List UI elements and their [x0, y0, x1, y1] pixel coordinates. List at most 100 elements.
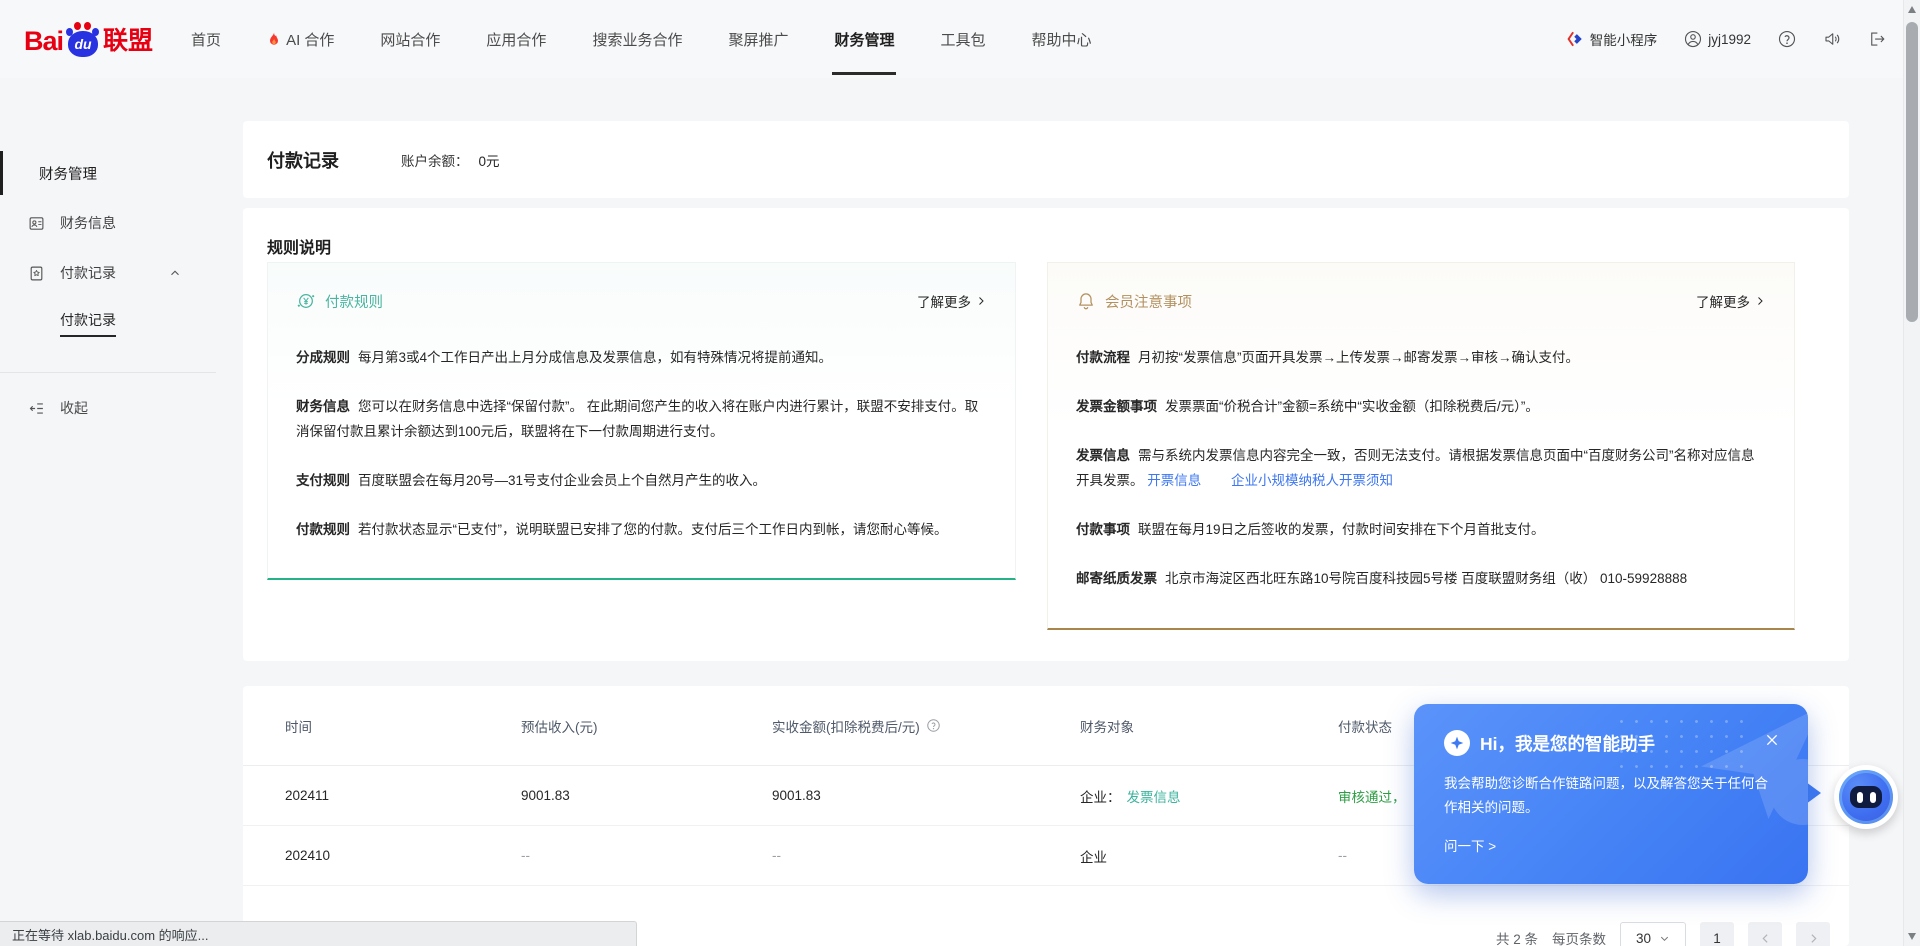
next-page-button[interactable] [1796, 922, 1830, 946]
per-page-label: 每页条数 [1552, 928, 1606, 946]
invoice-info-link[interactable]: 开票信息 [1147, 473, 1201, 488]
top-right-actions: 智能小程序 jyj1992 [1566, 29, 1886, 49]
caret-down-icon [1659, 933, 1670, 944]
page-title: 付款记录 [267, 147, 339, 173]
user-icon [1684, 30, 1702, 48]
cell-finance-target: 企业：发票信息 [1080, 786, 1338, 806]
assistant-robot-button[interactable] [1834, 765, 1898, 829]
main-menu: 首页 AI 合作 网站合作 应用合作 搜索业务合作 聚屏推广 财务管理 工具包 … [191, 0, 1137, 78]
smart-mini-program-link[interactable]: 智能小程序 [1566, 29, 1658, 49]
scrollbar-thumb[interactable] [1906, 22, 1918, 322]
total-count-label: 共 2 条 [1496, 928, 1538, 946]
logo-text-union: 联盟 [103, 21, 153, 57]
cell-actual: 9001.83 [772, 788, 1080, 803]
rule-item: 支付规则百度联盟会在每月20号—31号支付企业会员上个自然月产生的收入。 [296, 468, 987, 493]
member-notes-card-title: 会员注意事项 [1105, 291, 1192, 312]
nav-item-website-cooperation[interactable]: 网站合作 [380, 0, 440, 78]
nav-item-search-business[interactable]: 搜索业务合作 [592, 0, 682, 78]
logo-text-bai: Bai [24, 26, 63, 57]
user-account[interactable]: jyj1992 [1684, 30, 1751, 48]
cell-finance-target: 企业 [1080, 846, 1338, 866]
rule-item: 分成规则每月第3或4个工作日产出上月分成信息及发票信息，如有特殊情况将提前通知。 [296, 345, 987, 370]
ask-now-link[interactable]: 问一下 > [1444, 835, 1496, 855]
question-circle-icon[interactable] [926, 718, 941, 733]
baidu-paw-icon: du [65, 21, 101, 57]
nav-item-finance-management[interactable]: 财务管理 [834, 0, 894, 78]
assistant-message: 我会帮助您诊断合作链路问题，以及解答您关于任何合作相关的问题。 [1444, 772, 1780, 820]
nav-item-app-cooperation[interactable]: 应用合作 [486, 0, 546, 78]
cell-estimated: 9001.83 [521, 788, 772, 803]
nav-item-help-center[interactable]: 帮助中心 [1032, 0, 1092, 78]
help-icon[interactable] [1778, 30, 1796, 48]
invoice-info-cell-link[interactable]: 发票信息 [1127, 790, 1181, 805]
close-icon[interactable] [1764, 732, 1782, 750]
cell-estimated: -- [521, 848, 772, 863]
pagination: 共 2 条 每页条数 30 1 [1496, 922, 1830, 946]
bell-icon [1076, 291, 1096, 311]
sidebar-subitem-payment-records[interactable]: 付款记录 [60, 301, 116, 345]
cell-time: 202410 [285, 848, 521, 863]
rule-item: 付款规则若付款状态显示“已支付”，说明联盟已安排了您的付款。支付后三个工作日内到… [296, 517, 987, 542]
rule-item: 财务信息您可以在财务信息中选择“保留付款”。 在此期间您产生的收入将在账户内进行… [296, 394, 987, 444]
baidu-union-logo[interactable]: Bai du 联盟 [24, 21, 153, 57]
account-balance-label: 账户余额： [401, 150, 469, 170]
cell-actual: -- [772, 848, 1080, 863]
rules-section-title: 规则说明 [267, 234, 331, 258]
per-page-select[interactable]: 30 [1620, 922, 1686, 946]
collapse-left-icon [28, 400, 45, 417]
col-finance-target: 财务对象 [1080, 716, 1338, 736]
rule-item: 发票金额事项发票票面“价税合计”金额=系统中“实收金额（扣除税费后/元）”。 [1076, 394, 1766, 419]
nav-item-screen-promotion[interactable]: 聚屏推广 [728, 0, 788, 78]
rule-item: 付款流程月初按“发票信息”页面开具发票→上传发票→邮寄发票→审核→确认支付。 [1076, 345, 1766, 370]
sidebar-section-finance-management[interactable]: 财务管理 [0, 151, 240, 195]
status-text: 正在等待 xlab.baidu.com 的响应... [12, 925, 209, 944]
cell-time: 202411 [285, 788, 521, 803]
id-card-icon [28, 215, 45, 232]
rules-panel: 规则说明 付款规则 了解更多 分成规则每月第3或4个工作日产出上月分成信息及发票… [243, 208, 1849, 661]
col-time: 时间 [285, 716, 521, 736]
payment-rules-card-title: 付款规则 [325, 291, 383, 312]
account-balance-value: 0元 [479, 150, 500, 170]
scrollbar-down-arrow[interactable] [1908, 933, 1916, 940]
robot-face-icon [1839, 770, 1893, 824]
sidebar-collapse-button[interactable]: 收起 [0, 386, 240, 430]
sidebar: 财务管理 财务信息 付款记录 付款记录 收起 [0, 78, 240, 946]
logo-text-du: du [68, 31, 98, 57]
assistant-title: Hi，我是您的智能助手 [1480, 731, 1655, 756]
member-notes-card: 会员注意事项 了解更多 付款流程月初按“发票信息”页面开具发票→上传发票→邮寄发… [1047, 262, 1795, 630]
browser-status-bar: 正在等待 xlab.baidu.com 的响应... [0, 921, 637, 946]
rule-item: 邮寄纸质发票北京市海淀区西北旺东路10号院百度科技园5号楼 百度联盟财务组（收）… [1076, 566, 1766, 591]
nav-item-ai-cooperation[interactable]: AI 合作 [267, 0, 334, 78]
rule-item: 付款事项联盟在每月19日之后签收的发票，付款时间安排在下个月首批支付。 [1076, 517, 1766, 542]
current-page-button[interactable]: 1 [1700, 922, 1734, 946]
flame-icon [267, 31, 281, 47]
browser-scrollbar[interactable] [1903, 0, 1920, 946]
chevron-up-icon [168, 266, 182, 280]
small-taxpayer-notice-link[interactable]: 企业小规模纳税人开票须知 [1231, 473, 1393, 488]
mini-program-icon [1566, 30, 1584, 48]
col-estimated-income: 预估收入(元) [521, 716, 772, 736]
smart-assistant-popup: Hi，我是您的智能助手 我会帮助您诊断合作链路问题，以及解答您关于任何合作相关的… [1414, 704, 1808, 884]
payment-rules-learn-more-link[interactable]: 了解更多 [917, 291, 987, 311]
logout-icon[interactable] [1868, 30, 1886, 48]
scrollbar-up-arrow[interactable] [1908, 6, 1916, 13]
member-notes-learn-more-link[interactable]: 了解更多 [1696, 291, 1766, 311]
chevron-left-icon [1759, 932, 1772, 945]
baidu-union-finance-page: Bai du 联盟 首页 AI 合作 网站合作 应用合作 搜索业务合作 聚屏推广… [0, 0, 1920, 946]
nav-item-home[interactable]: 首页 [191, 0, 221, 78]
sidebar-divider [0, 372, 216, 373]
chevron-right-icon [1807, 932, 1820, 945]
sidebar-item-finance-info[interactable]: 财务信息 [0, 201, 240, 245]
top-navigation: Bai du 联盟 首页 AI 合作 网站合作 应用合作 搜索业务合作 聚屏推广… [0, 0, 1920, 78]
payment-rules-card: 付款规则 了解更多 分成规则每月第3或4个工作日产出上月分成信息及发票信息，如有… [267, 262, 1016, 580]
rule-item: 发票信息需与系统内发票信息内容完全一致，否则无法支付。请根据发票信息页面中“百度… [1076, 443, 1766, 493]
chevron-right-icon [975, 295, 987, 307]
chevron-right-icon [1754, 295, 1766, 307]
assistant-compass-icon [1444, 730, 1470, 756]
nav-item-toolkit[interactable]: 工具包 [940, 0, 985, 78]
sidebar-item-payment-records[interactable]: 付款记录 [0, 251, 240, 295]
prev-page-button[interactable] [1748, 922, 1782, 946]
col-actual-amount: 实收金额(扣除税费后/元) [772, 716, 1080, 736]
assistant-popup-arrow [1806, 782, 1821, 804]
sound-icon[interactable] [1823, 30, 1841, 48]
